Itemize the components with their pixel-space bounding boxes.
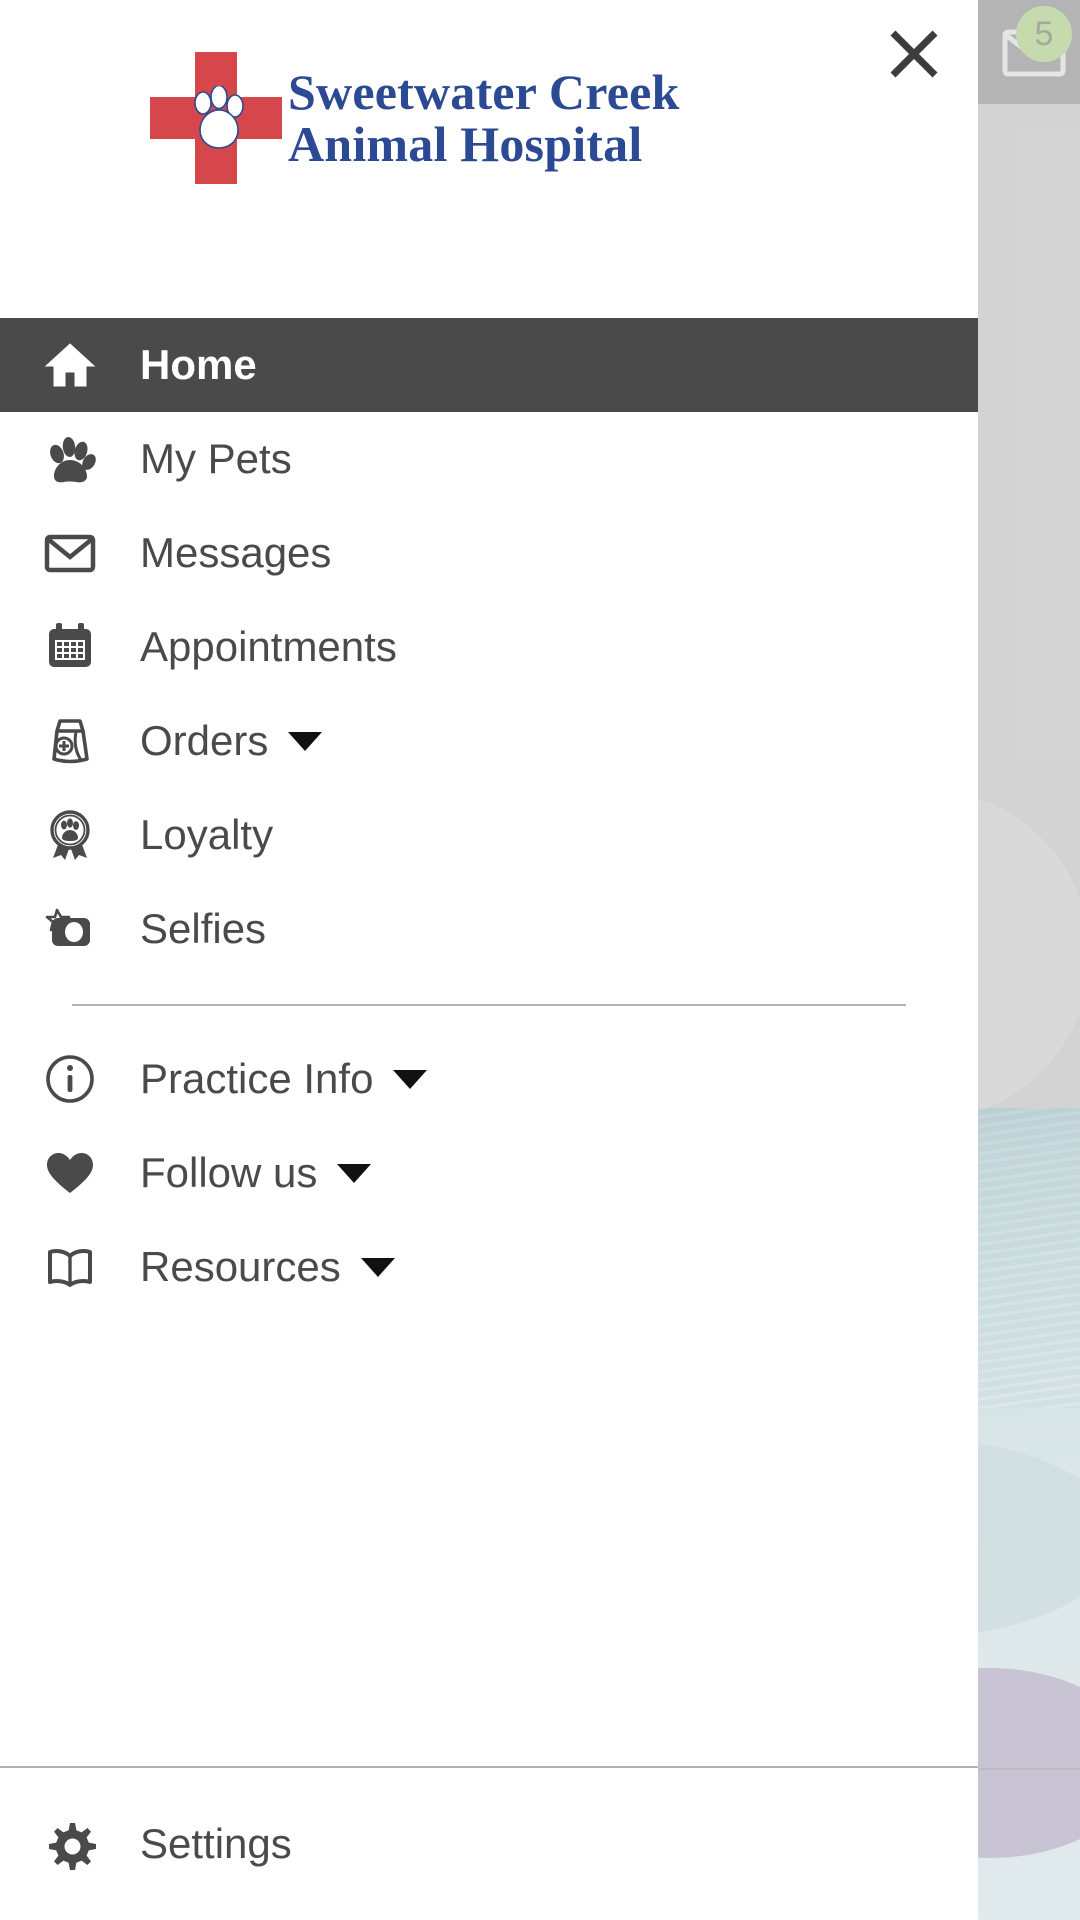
- drawer-nav: Home My Pets Messages Appointments Order…: [0, 318, 978, 1766]
- red-cross-paw-logo: [150, 52, 282, 184]
- logo-line-2: Animal Hospital: [288, 116, 643, 172]
- sidebar-item-label: Loyalty: [140, 811, 274, 858]
- gear-icon: [0, 1817, 140, 1871]
- close-button[interactable]: [868, 8, 960, 100]
- sidebar-item-label: Selfies: [140, 905, 267, 952]
- sidebar-item-label: Settings: [140, 1820, 292, 1867]
- drawer-header: Sweetwater Creek Animal Hospital: [0, 0, 978, 318]
- sidebar-item-label: Follow us: [140, 1149, 318, 1196]
- sidebar-item-practice-info[interactable]: Practice Info: [0, 1032, 978, 1126]
- sidebar-item-appointments[interactable]: Appointments: [0, 600, 978, 694]
- sidebar-item-messages[interactable]: Messages: [0, 506, 978, 600]
- sidebar-item-loyalty[interactable]: Loyalty: [0, 788, 978, 882]
- sidebar-item-label: Resources: [140, 1243, 341, 1290]
- sidebar-item-settings[interactable]: Settings: [0, 1768, 978, 1920]
- home-icon: [0, 338, 140, 392]
- practice-logo: Sweetwater Creek Animal Hospital: [150, 48, 710, 188]
- mail-icon: [0, 526, 140, 580]
- sidebar-item-orders[interactable]: Orders: [0, 694, 978, 788]
- screen: 5 Sweetwater Creek Animal Hospital Home …: [0, 0, 1080, 1920]
- sidebar-item-label: Home: [140, 341, 257, 388]
- logo-line-1: Sweetwater Creek: [288, 64, 680, 120]
- practice-logo-text: Sweetwater Creek Animal Hospital: [288, 66, 679, 170]
- book-icon: [0, 1240, 140, 1294]
- navigation-drawer: Sweetwater Creek Animal Hospital Home My…: [0, 0, 978, 1920]
- chevron-down-icon: [337, 1163, 372, 1183]
- close-icon: [890, 30, 938, 78]
- sidebar-item-label: Appointments: [140, 623, 397, 670]
- heart-icon: [0, 1146, 140, 1200]
- sidebar-item-label: Practice Info: [140, 1055, 374, 1102]
- calendar-icon: [0, 620, 140, 674]
- sidebar-item-resources[interactable]: Resources: [0, 1220, 978, 1314]
- sidebar-item-label: Orders: [140, 717, 269, 764]
- award-paw-icon: [0, 808, 140, 862]
- info-icon: [0, 1052, 140, 1106]
- sidebar-item-label: My Pets: [140, 435, 292, 482]
- paw-icon: [0, 432, 140, 486]
- sidebar-item-label: Messages: [140, 529, 332, 576]
- chevron-down-icon: [360, 1257, 395, 1277]
- chevron-down-icon: [393, 1069, 428, 1089]
- sidebar-item-follow-us[interactable]: Follow us: [0, 1126, 978, 1220]
- food-bag-icon: [0, 714, 140, 768]
- chevron-down-icon: [288, 731, 323, 751]
- camera-star-icon: [0, 902, 140, 956]
- nav-section-divider: [72, 1004, 906, 1006]
- drawer-footer: Settings: [0, 1766, 978, 1920]
- sidebar-item-selfies[interactable]: Selfies: [0, 882, 978, 976]
- sidebar-item-my-pets[interactable]: My Pets: [0, 412, 978, 506]
- sidebar-item-home[interactable]: Home: [0, 318, 978, 412]
